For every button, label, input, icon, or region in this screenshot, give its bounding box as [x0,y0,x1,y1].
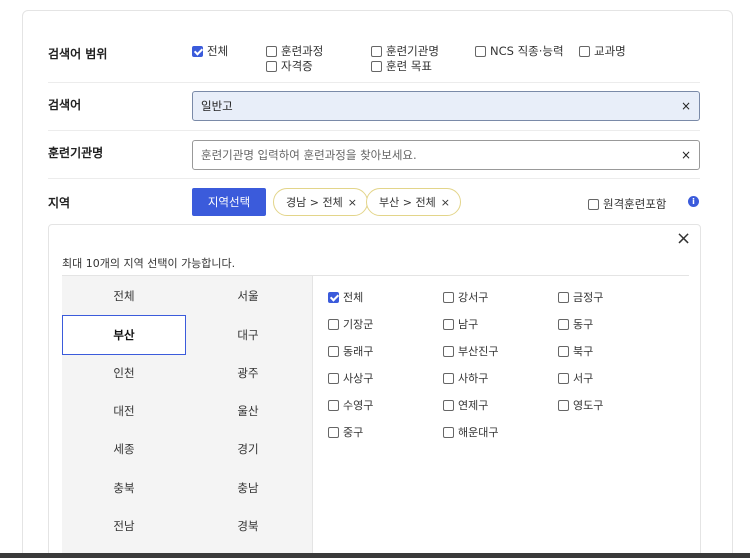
checkbox-icon [371,45,382,57]
district-checkbox[interactable]: 동구 [558,316,593,332]
keyword-label: 검색어 [48,98,82,112]
region-item-chungbuk[interactable]: 충북 [62,468,186,508]
keyword-input[interactable]: 일반고 × [192,91,700,121]
checkbox-icon [443,399,454,411]
checkbox-icon [443,291,454,303]
district-checkbox[interactable]: 금정구 [558,289,603,305]
remove-chip-icon[interactable]: × [441,196,450,209]
checkbox-icon [328,318,339,330]
region-item-daejeon[interactable]: 대전 [62,391,186,431]
checkbox-icon [558,318,569,330]
scope-option-all[interactable]: 전체 [192,43,228,59]
scope-option-subject[interactable]: 교과명 [579,43,626,59]
clear-institution-icon[interactable]: × [681,148,691,162]
district-checkbox[interactable]: 강서구 [443,289,488,305]
district-checkbox[interactable]: 동래구 [328,343,373,359]
district-checkbox[interactable]: 전체 [328,289,363,305]
district-checkbox[interactable]: 사하구 [443,370,488,386]
district-checkbox[interactable]: 남구 [443,316,478,332]
district-checkbox[interactable]: 기장군 [328,316,373,332]
checkbox-icon [266,60,277,72]
region-item-jeonnam[interactable]: 전남 [62,506,186,546]
region-item-seoul[interactable]: 서울 [186,276,310,316]
district-checkbox[interactable]: 수영구 [328,397,373,413]
info-icon[interactable]: i [688,196,699,207]
district-checkbox[interactable]: 부산진구 [443,343,498,359]
region-chip-busan[interactable]: 부산 > 전체 × [366,188,461,216]
district-checkbox[interactable]: 서구 [558,370,593,386]
checkbox-icon [371,60,382,72]
checkbox-icon [475,45,486,57]
keyword-value: 일반고 [201,99,233,113]
panel-note: 최대 10개의 지역 선택이 가능합니다. [62,257,236,270]
remove-chip-icon[interactable]: × [348,196,357,209]
institution-placeholder: 훈련기관명 입력하여 훈련과정을 찾아보세요. [201,148,417,162]
checkbox-icon [328,291,339,303]
district-checkbox[interactable]: 사상구 [328,370,373,386]
district-checkbox[interactable]: 해운대구 [443,424,498,440]
region-chip-gyeongnam[interactable]: 경남 > 전체 × [273,188,368,216]
district-checkbox[interactable]: 북구 [558,343,593,359]
scope-option-ncs[interactable]: NCS 직종·능력 [475,43,564,59]
divider [312,276,313,558]
region-item-gwangju[interactable]: 광주 [186,353,310,393]
checkbox-icon [588,198,599,210]
checkbox-icon [328,426,339,438]
checkbox-icon [443,318,454,330]
region-item-all[interactable]: 전체 [62,276,186,316]
region-item-daegu[interactable]: 대구 [186,315,310,355]
district-checkbox[interactable]: 중구 [328,424,363,440]
district-checkbox[interactable]: 연제구 [443,397,488,413]
institution-input[interactable]: 훈련기관명 입력하여 훈련과정을 찾아보세요. × [192,140,700,170]
remote-training-checkbox[interactable]: 원격훈련포함 [588,196,666,212]
checkbox-icon [579,45,590,57]
scope-option-course[interactable]: 훈련과정 [266,43,323,59]
scope-label: 검색어 범위 [48,47,108,61]
scope-option-goal[interactable]: 훈련 목표 [371,58,432,74]
region-select-button[interactable]: 지역선택 [192,188,266,216]
divider [48,82,700,83]
institution-label: 훈련기관명 [48,146,104,160]
region-item-ulsan[interactable]: 울산 [186,391,310,431]
clear-keyword-icon[interactable]: × [681,99,691,113]
checkbox-icon [328,372,339,384]
checkbox-icon [266,45,277,57]
checkbox-icon [558,372,569,384]
window-bottom-edge [0,553,750,558]
checkbox-icon [328,399,339,411]
divider [48,178,700,179]
district-checkbox[interactable]: 영도구 [558,397,603,413]
close-icon[interactable]: × [676,230,691,248]
region-item-busan[interactable]: 부산 [62,315,186,355]
region-item-gyeonggi[interactable]: 경기 [186,429,310,469]
checkbox-icon [328,345,339,357]
region-item-incheon[interactable]: 인천 [62,353,186,393]
checkbox-icon [443,345,454,357]
checkbox-icon [558,345,569,357]
region-item-chungnam[interactable]: 충남 [186,468,310,508]
scope-option-institution[interactable]: 훈련기관명 [371,43,439,59]
region-item-sejong[interactable]: 세종 [62,429,186,469]
checkbox-icon [443,372,454,384]
region-label: 지역 [48,196,71,210]
checkbox-icon [192,45,203,57]
checkbox-icon [443,426,454,438]
region-item-gyeongbuk[interactable]: 경북 [186,506,310,546]
divider [48,130,700,131]
checkbox-icon [558,399,569,411]
scope-option-certificate[interactable]: 자격증 [266,58,313,74]
checkbox-icon [558,291,569,303]
